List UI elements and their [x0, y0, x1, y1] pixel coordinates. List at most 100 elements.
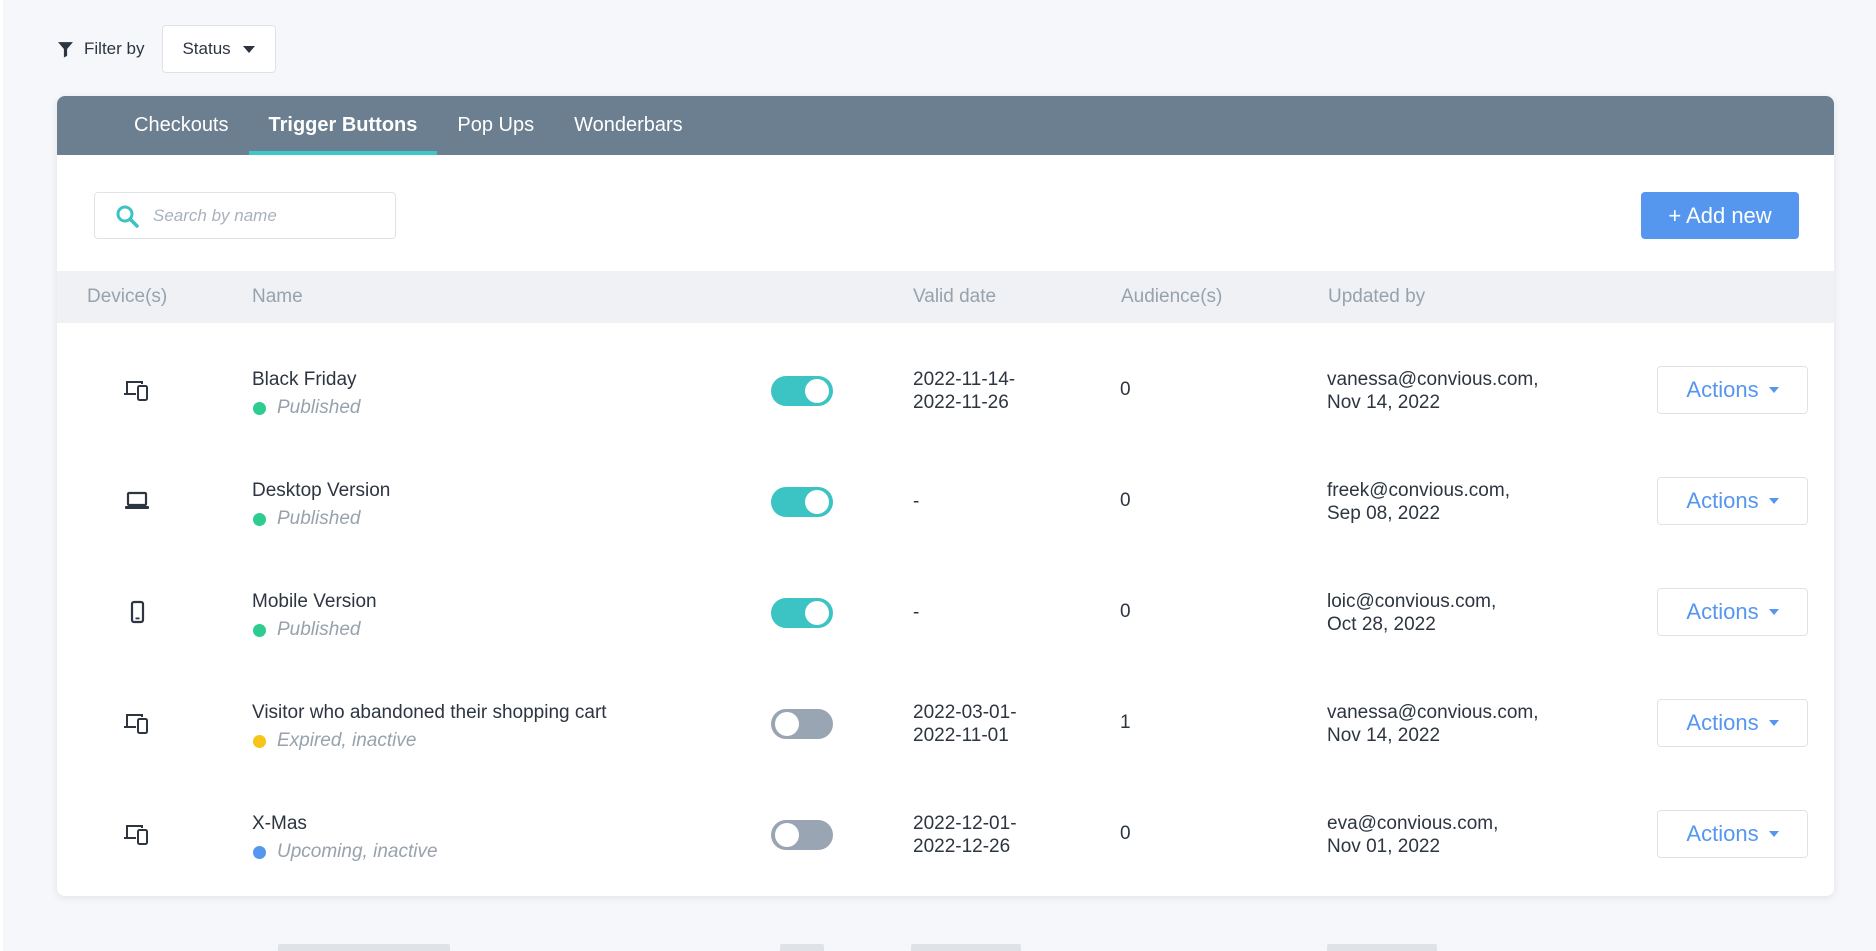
- status-dot: [253, 512, 266, 526]
- enable-toggle[interactable]: [771, 709, 833, 739]
- valid-date: 2022-11-14- 2022-11-26: [913, 368, 1015, 414]
- caret-down-icon: [1768, 387, 1779, 393]
- valid-date-end: 2022-11-01: [913, 725, 1009, 746]
- updated-by-date: Nov 14, 2022: [1327, 392, 1441, 413]
- mobile-icon: [122, 597, 152, 627]
- toggle-knob: [805, 601, 829, 625]
- campaign-name[interactable]: Visitor who abandoned their shopping car…: [252, 702, 607, 724]
- caret-down-icon: [242, 45, 255, 53]
- toggle-knob: [805, 490, 829, 514]
- actions-label: Actions: [1686, 599, 1759, 624]
- add-new-button[interactable]: + Add new: [1641, 192, 1799, 239]
- devices-icon: [122, 375, 152, 405]
- status-text: Published: [277, 397, 361, 418]
- campaign-status: Expired, inactive: [252, 730, 607, 752]
- caret-down-icon: [1768, 831, 1779, 837]
- updated-by-email: freek@convious.com,: [1327, 480, 1510, 501]
- valid-date-start: -: [913, 602, 920, 623]
- toggle-knob: [805, 379, 829, 403]
- actions-label: Actions: [1686, 488, 1759, 513]
- tab-wonderbars[interactable]: Wonderbars: [554, 96, 703, 155]
- valid-date-end: 2022-11-26: [913, 392, 1009, 413]
- valid-date: 2022-12-01- 2022-12-26: [913, 812, 1017, 858]
- column-header-audiences: Audience(s): [1121, 286, 1223, 307]
- campaign-name-block: X-Mas Upcoming, inactive: [252, 813, 438, 863]
- valid-date: -: [913, 601, 919, 624]
- audience-count: 0: [1120, 601, 1131, 622]
- table-row: X-Mas Upcoming, inactive 2022-12-01- 202…: [57, 779, 1834, 890]
- valid-date-end: 2022-12-26: [913, 836, 1011, 857]
- updated-by-email: eva@convious.com,: [1327, 813, 1499, 834]
- campaign-status: Published: [252, 508, 390, 530]
- status-dot: [253, 623, 266, 637]
- updated-by-email: vanessa@convious.com,: [1327, 369, 1539, 390]
- actions-button[interactable]: Actions: [1657, 810, 1808, 858]
- devices-icon: [122, 708, 152, 738]
- tab-checkouts[interactable]: Checkouts: [114, 96, 249, 155]
- caret-down-icon: [1768, 498, 1779, 504]
- updated-by: vanessa@convious.com, Nov 14, 2022: [1327, 701, 1539, 747]
- updated-by-date: Nov 14, 2022: [1327, 725, 1441, 746]
- table-row: Visitor who abandoned their shopping car…: [57, 668, 1834, 779]
- campaign-name[interactable]: Desktop Version: [252, 480, 390, 502]
- updated-by: freek@convious.com, Sep 08, 2022: [1327, 479, 1510, 525]
- next-row-peek: [780, 944, 824, 951]
- valid-date-start: 2022-03-01-: [913, 702, 1017, 723]
- audience-count: 0: [1120, 490, 1131, 511]
- toolbar: + Add new: [57, 155, 1834, 271]
- actions-button[interactable]: Actions: [1657, 699, 1808, 747]
- status-dot: [253, 734, 266, 748]
- search-box[interactable]: [94, 192, 396, 239]
- campaign-name[interactable]: X-Mas: [252, 813, 438, 835]
- status-text: Published: [277, 619, 361, 640]
- next-row-peek: [278, 944, 450, 951]
- status-text: Upcoming, inactive: [277, 841, 438, 862]
- status-text: Published: [277, 508, 361, 529]
- valid-date-start: 2022-12-01-: [913, 813, 1017, 834]
- updated-by: eva@convious.com, Nov 01, 2022: [1327, 812, 1498, 858]
- tab-bar: Checkouts Trigger Buttons Pop Ups Wonderbar…: [57, 96, 1834, 155]
- campaign-name-block: Black Friday Published: [252, 369, 360, 419]
- actions-button[interactable]: Actions: [1657, 588, 1808, 636]
- next-row-peek: [911, 944, 1021, 951]
- toggle-knob: [775, 712, 799, 736]
- audience-count: 0: [1120, 379, 1131, 400]
- audience-count: 0: [1120, 823, 1131, 844]
- next-row-peek: [1327, 944, 1437, 951]
- updated-by-date: Sep 08, 2022: [1327, 503, 1441, 524]
- status-filter-dropdown[interactable]: Status: [162, 25, 276, 73]
- actions-button[interactable]: Actions: [1657, 366, 1808, 414]
- actions-button[interactable]: Actions: [1657, 477, 1808, 525]
- actions-label: Actions: [1686, 377, 1759, 402]
- updated-by-date: Nov 01, 2022: [1327, 836, 1441, 857]
- campaign-status: Published: [252, 397, 360, 419]
- updated-by: loic@convious.com, Oct 28, 2022: [1327, 590, 1496, 636]
- enable-toggle[interactable]: [771, 487, 833, 517]
- status-text: Expired, inactive: [277, 730, 417, 751]
- updated-by-date: Oct 28, 2022: [1327, 614, 1436, 635]
- search-input[interactable]: [153, 205, 373, 226]
- table-body: Black Friday Published 2022-11-14- 2022-…: [57, 323, 1834, 890]
- audience-count: 1: [1120, 712, 1131, 733]
- updated-by-email: vanessa@convious.com,: [1327, 702, 1539, 723]
- column-header-name: Name: [252, 286, 303, 307]
- enable-toggle[interactable]: [771, 820, 833, 850]
- enable-toggle[interactable]: [771, 598, 833, 628]
- page-left-edge: [0, 0, 3, 951]
- valid-date-start: 2022-11-14-: [913, 369, 1016, 390]
- updated-by-email: loic@convious.com,: [1327, 591, 1497, 612]
- laptop-icon: [122, 486, 152, 516]
- valid-date-start: -: [913, 491, 920, 512]
- enable-toggle[interactable]: [771, 376, 833, 406]
- campaign-name[interactable]: Mobile Version: [252, 591, 377, 613]
- actions-label: Actions: [1686, 710, 1759, 735]
- campaign-name[interactable]: Black Friday: [252, 369, 360, 391]
- campaign-name-block: Desktop Version Published: [252, 480, 390, 530]
- column-header-devices: Device(s): [87, 286, 168, 307]
- tab-trigger-buttons[interactable]: Trigger Buttons: [248, 96, 438, 155]
- caret-down-icon: [1768, 720, 1779, 726]
- status-filter-value: Status: [182, 39, 231, 58]
- actions-label: Actions: [1686, 821, 1759, 846]
- tab-pop-ups[interactable]: Pop Ups: [437, 96, 554, 155]
- updated-by: vanessa@convious.com, Nov 14, 2022: [1327, 368, 1539, 414]
